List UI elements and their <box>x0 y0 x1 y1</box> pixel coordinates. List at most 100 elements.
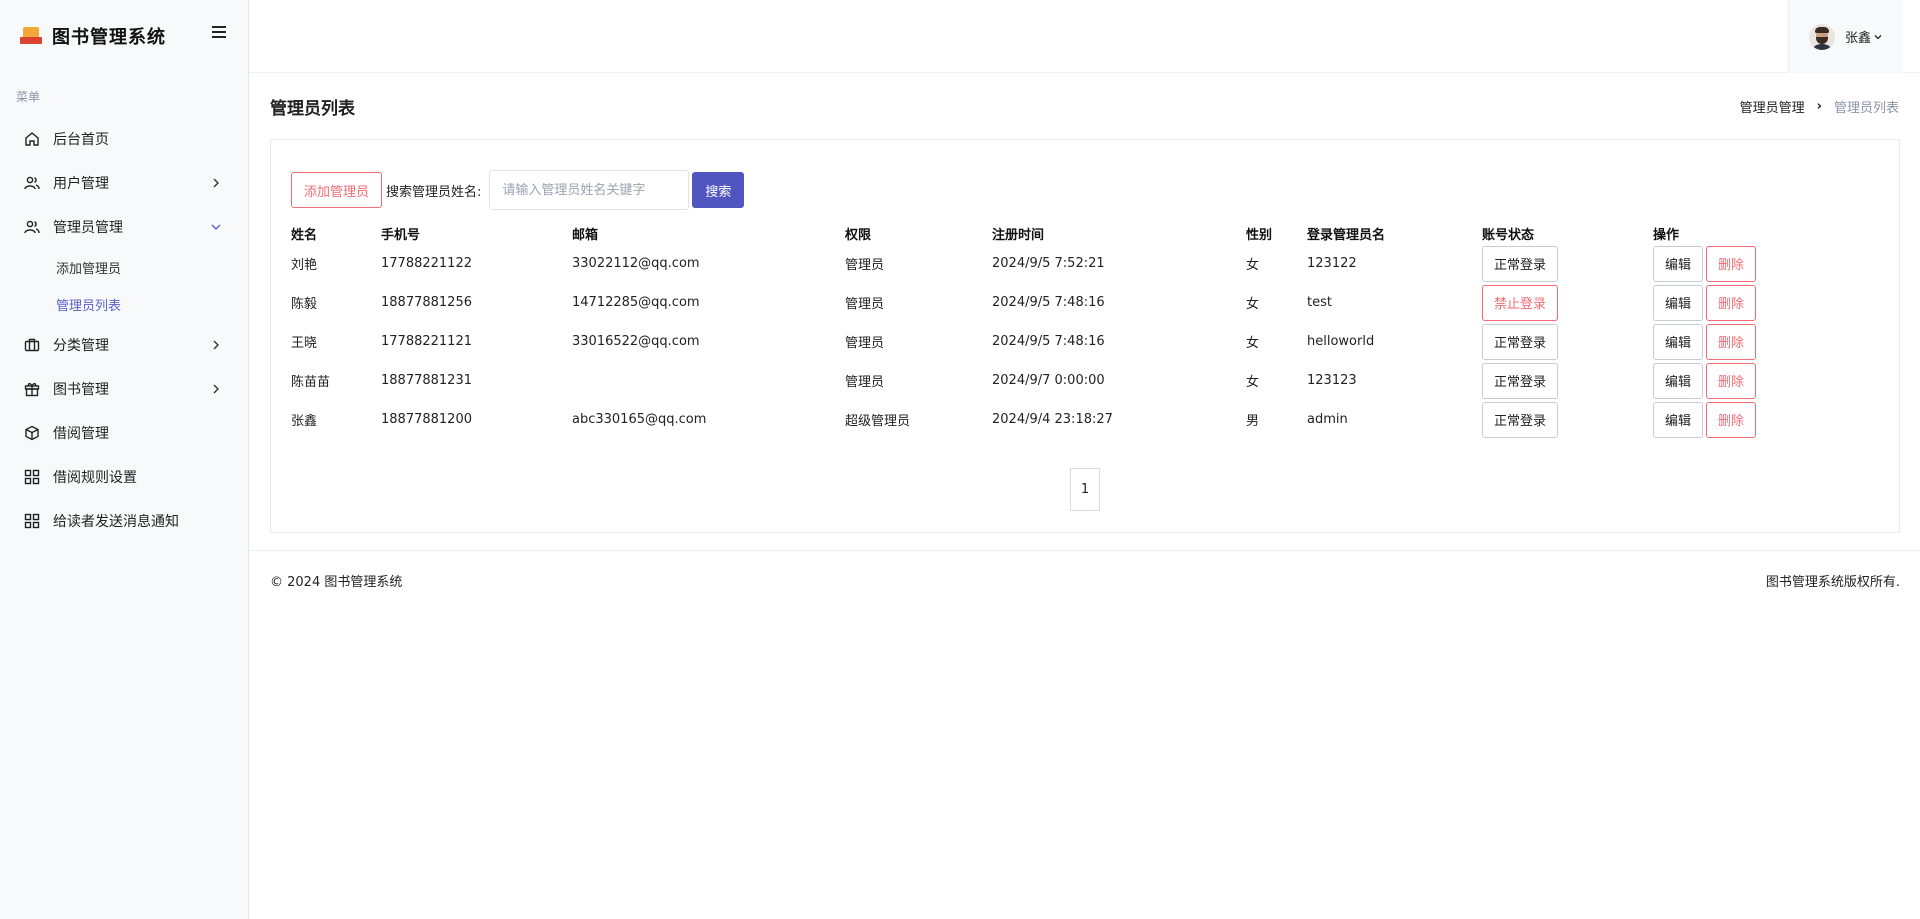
add-admin-button[interactable]: 添加管理员 <box>291 172 383 208</box>
chevron-right-icon <box>213 384 219 394</box>
topbar: 张鑫 <box>249 0 1920 73</box>
grid-icon <box>24 469 40 485</box>
cell-email: 33022112@qq.com <box>572 256 700 271</box>
cell-name: 刘艳 <box>291 258 318 273</box>
admin-table: 姓名 手机号 邮箱 权限 注册时间 性别 登录管理员名 账号状态 操作 刘艳 17… <box>291 222 1793 439</box>
table-row: 陈毅 18877881256 14712285@qq.com 管理员 2024/9/5 … <box>291 283 1793 322</box>
pagination-page-button[interactable]: 1 <box>1070 468 1100 511</box>
sidebar-item-dashboard[interactable]: 后台首页 <box>0 117 248 161</box>
breadcrumb-parent[interactable]: 管理员管理 <box>1740 97 1805 116</box>
cell-role: 管理员 <box>845 336 885 351</box>
sidebar-item-borrow-rules[interactable]: 借阅规则设置 <box>0 455 248 499</box>
column-header: 账号状态 <box>1482 227 1535 243</box>
account-status-toggle-button[interactable]: 正常登录 <box>1482 362 1559 399</box>
table-header-row: 姓名 手机号 邮箱 权限 注册时间 性别 登录管理员名 账号状态 操作 <box>291 222 1793 244</box>
cell-login-name: 123123 <box>1307 373 1357 388</box>
cell-status: 正常登录 <box>1482 400 1653 439</box>
app-title: 图书管理系统 <box>52 27 166 48</box>
breadcrumb-separator: › <box>1816 98 1822 114</box>
account-status-toggle-button[interactable]: 正常登录 <box>1482 245 1559 282</box>
cell-role: 管理员 <box>845 297 885 312</box>
column-header: 注册时间 <box>992 227 1045 243</box>
cell-gender: 男 <box>1246 414 1260 429</box>
delete-button[interactable]: 删除 <box>1706 284 1757 321</box>
account-status-toggle-button[interactable]: 正常登录 <box>1482 401 1559 438</box>
sidebar-item-label: 用户管理 <box>53 176 109 192</box>
cell-name: 陈毅 <box>291 297 318 312</box>
chevron-right-icon <box>213 340 219 350</box>
cell-registered-time: 2024/9/4 23:18:27 <box>992 412 1113 427</box>
edit-button[interactable]: 编辑 <box>1653 245 1704 282</box>
cell-phone: 17788221122 <box>381 256 472 271</box>
sidebar-item-notify-readers[interactable]: 给读者发送消息通知 <box>0 499 248 543</box>
edit-button[interactable]: 编辑 <box>1653 284 1704 321</box>
column-header: 手机号 <box>381 227 421 243</box>
briefcase-icon <box>24 337 40 353</box>
avatar <box>1809 23 1835 50</box>
menu-toggle-icon[interactable] <box>212 26 226 38</box>
cell-role: 超级管理员 <box>845 414 911 429</box>
delete-button[interactable]: 删除 <box>1706 245 1757 282</box>
user-name: 张鑫 <box>1845 31 1872 46</box>
cell-actions: 编辑 删除 <box>1653 283 1793 322</box>
search-input[interactable] <box>489 170 690 210</box>
delete-button[interactable]: 删除 <box>1706 401 1757 438</box>
home-icon <box>24 131 40 147</box>
user-menu[interactable]: 张鑫 <box>1788 0 1903 73</box>
sidebar-subitem-admin-list[interactable]: 管理员列表 <box>0 286 248 323</box>
sidebar-item-borrowing[interactable]: 借阅管理 <box>0 411 248 455</box>
column-header: 登录管理员名 <box>1307 227 1386 243</box>
cell-registered-time: 2024/9/5 7:48:16 <box>992 334 1105 349</box>
cell-role: 管理员 <box>845 375 885 390</box>
chevron-right-icon <box>213 178 219 188</box>
toolbar: 添加管理员 搜索管理员姓名: 搜索 <box>291 170 745 210</box>
sidebar-item-label: 借阅规则设置 <box>53 470 137 486</box>
edit-button[interactable]: 编辑 <box>1653 401 1704 438</box>
delete-button[interactable]: 删除 <box>1706 323 1757 360</box>
search-button[interactable]: 搜索 <box>692 172 745 208</box>
cell-registered-time: 2024/9/5 7:48:16 <box>992 295 1105 310</box>
column-header: 权限 <box>845 227 872 243</box>
cell-actions: 编辑 删除 <box>1653 361 1793 400</box>
table-row: 王晓 17788221121 33016522@qq.com 管理员 2024/9/5 … <box>291 322 1793 361</box>
cell-email: abc330165@qq.com <box>572 412 707 427</box>
chevron-down-icon <box>211 224 221 230</box>
cell-status: 正常登录 <box>1482 361 1653 400</box>
account-status-toggle-button[interactable]: 禁止登录 <box>1482 284 1559 321</box>
edit-button[interactable]: 编辑 <box>1653 362 1704 399</box>
table-row: 刘艳 17788221122 33022112@qq.com 管理员 2024/9/5 … <box>291 244 1793 283</box>
delete-button[interactable]: 删除 <box>1706 362 1757 399</box>
cell-name: 陈苗苗 <box>291 375 331 390</box>
table-row: 陈苗苗 18877881231 管理员 2024/9/7 0:00:00 女 123123… <box>291 361 1793 400</box>
account-status-toggle-button[interactable]: 正常登录 <box>1482 323 1559 360</box>
cell-email <box>572 361 845 400</box>
sidebar-item-books[interactable]: 图书管理 <box>0 367 248 411</box>
cell-role: 管理员 <box>845 258 885 273</box>
edit-button[interactable]: 编辑 <box>1653 323 1704 360</box>
sidebar-item-admins[interactable]: 管理员管理 <box>0 205 248 249</box>
cell-registered-time: 2024/9/5 7:52:21 <box>992 256 1105 271</box>
users-icon <box>24 175 40 191</box>
gift-icon <box>24 381 40 397</box>
main-content: 管理员列表 管理员管理 › 管理员列表 添加管理员 搜索管理员姓名: 搜索 姓名… <box>249 73 1920 590</box>
cell-actions: 编辑 删除 <box>1653 244 1793 283</box>
cell-login-name: admin <box>1307 412 1348 427</box>
users-icon <box>24 219 40 235</box>
sidebar-item-categories[interactable]: 分类管理 <box>0 323 248 367</box>
cell-email: 33016522@qq.com <box>572 334 700 349</box>
sidebar-item-users[interactable]: 用户管理 <box>0 161 248 205</box>
sidebar-subitem-add-admin[interactable]: 添加管理员 <box>0 249 248 286</box>
column-header: 操作 <box>1653 227 1680 243</box>
cell-status: 正常登录 <box>1482 244 1653 283</box>
column-header: 姓名 <box>291 227 318 243</box>
table-body: 刘艳 17788221122 33022112@qq.com 管理员 2024/9/5 … <box>291 244 1793 439</box>
table-row: 张鑫 18877881200 abc330165@qq.com 超级管理员 2024/9… <box>291 400 1793 439</box>
cell-phone: 18877881256 <box>381 295 472 310</box>
menu-caption: 菜单 <box>16 90 41 104</box>
cell-phone: 17788221121 <box>381 334 472 349</box>
sidebar-item-label: 借阅管理 <box>53 426 109 442</box>
cell-phone: 18877881200 <box>381 412 472 427</box>
cell-phone: 18877881231 <box>381 373 472 388</box>
brand: 图书管理系统 <box>0 0 248 72</box>
cell-actions: 编辑 删除 <box>1653 322 1793 361</box>
